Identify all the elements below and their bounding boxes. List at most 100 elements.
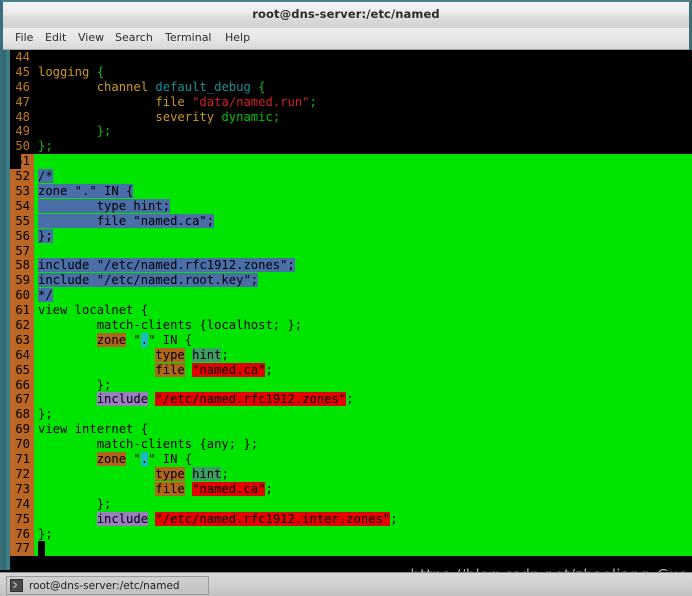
line-content: */ <box>38 288 53 303</box>
line-content: include "/etc/named.rfc1912.zones"; <box>38 258 295 273</box>
line-number: 76 <box>10 526 34 542</box>
editor-row[interactable]: 52 /* <box>6 169 692 185</box>
editor-row[interactable]: 75 include "/etc/named.rfc1912.inter.zon… <box>6 511 692 527</box>
editor-row[interactable]: 50 }; <box>6 139 692 155</box>
menubar: File Edit View Search Terminal Help <box>3 28 689 50</box>
line-content: }; <box>38 139 53 154</box>
line-content <box>38 541 46 557</box>
line-number: 46 <box>10 79 34 95</box>
line-content: file "data/named.run"; <box>38 94 317 109</box>
editor-row[interactable]: 60 */ <box>6 288 692 304</box>
line-number: 65 <box>10 362 34 378</box>
editor-row[interactable]: 67 include "/etc/named.rfc1912.zones"; <box>6 392 692 408</box>
taskbar-window-button[interactable]: root@dns-server:/etc/named <box>6 576 209 595</box>
line-number: 54 <box>10 198 34 214</box>
line-number: 61 <box>10 303 34 319</box>
menu-item-file[interactable]: File <box>13 31 35 44</box>
line-content: type hint; <box>38 198 171 213</box>
line-content: include "/etc/named.rfc1912.inter.zones"… <box>96 511 398 526</box>
line-number: 47 <box>10 94 34 110</box>
editor-row[interactable]: 61 view localnet { <box>6 303 692 319</box>
line-content: file "named.ca"; <box>155 362 273 377</box>
editor-row[interactable]: 62 match-clients {localhost; }; <box>6 318 692 333</box>
editor-row[interactable]: 65 file "named.ca"; <box>6 362 692 378</box>
line-number: 59 <box>10 273 34 289</box>
window-titlebar: root@dns-server:/etc/named <box>3 2 689 29</box>
editor-row[interactable]: 49 }; <box>6 124 692 140</box>
terminal-window: root@dns-server:/etc/named File Edit Vie… <box>0 0 692 570</box>
line-content: type hint; <box>155 347 229 362</box>
line-number: 63 <box>10 332 34 348</box>
editor-row[interactable]: 77 <box>6 541 692 557</box>
line-number: 64 <box>10 347 34 363</box>
editor-row[interactable]: 66 }; <box>6 377 692 393</box>
editor-row[interactable]: 53 zone "." IN { <box>6 184 692 199</box>
line-number: 53 <box>10 184 34 199</box>
line-content: type hint; <box>155 466 229 481</box>
terminal-screen[interactable]: 44 45 logging { 46 channel default_debug… <box>6 50 692 570</box>
line-number: 69 <box>10 422 34 438</box>
line-number: 66 <box>10 377 34 393</box>
line-content: }; <box>38 496 112 511</box>
editor-row[interactable]: 63 zone "." IN { <box>6 332 692 348</box>
editor-row[interactable]: 55 file "named.ca"; <box>6 213 692 229</box>
line-content: include "/etc/named.root.key"; <box>38 273 259 288</box>
line-number: 60 <box>10 288 34 304</box>
editor-row[interactable]: 68 }; <box>6 407 692 423</box>
line-number: 49 <box>10 124 34 140</box>
line-number: 58 <box>10 258 34 274</box>
line-content: }; <box>38 124 112 139</box>
line-number: 48 <box>10 109 34 125</box>
line-number: 50 <box>10 139 34 155</box>
terminal-left-edge <box>6 50 10 570</box>
line-content: match-clients {localhost; }; <box>38 318 303 333</box>
line-number: 56 <box>10 228 34 244</box>
editor-row[interactable]: 57 <box>6 243 692 259</box>
editor-row[interactable]: 64 type hint; <box>6 347 692 363</box>
line-content: severity dynamic; <box>38 109 281 124</box>
editor-row[interactable]: 76 }; <box>6 526 692 542</box>
editor-row[interactable]: 48 severity dynamic; <box>6 109 692 125</box>
editor-row[interactable]: 44 <box>6 50 692 65</box>
menu-item-view[interactable]: View <box>76 31 106 44</box>
menu-item-search[interactable]: Search <box>113 31 155 44</box>
line-number: 71 <box>10 452 34 467</box>
line-number: 57 <box>10 243 34 259</box>
editor-row[interactable]: 51 <box>6 154 692 170</box>
line-number: 72 <box>10 466 34 482</box>
text-cursor <box>38 541 46 557</box>
editor-row[interactable]: 70 match-clients {any; }; <box>6 437 692 453</box>
line-content: include "/etc/named.rfc1912.zones"; <box>96 392 354 407</box>
editor-row[interactable]: 69 view internet { <box>6 422 692 438</box>
editor-row[interactable]: 46 channel default_debug { <box>6 79 692 95</box>
line-number: 52 <box>10 169 34 185</box>
line-number: 45 <box>10 64 34 80</box>
editor-row[interactable]: 71 zone "." IN { <box>6 452 692 467</box>
taskbar-window-label: root@dns-server:/etc/named <box>29 579 180 592</box>
editor-row[interactable]: 73 file "named.ca"; <box>6 481 692 497</box>
line-number: 67 <box>10 392 34 408</box>
line-number: 62 <box>10 318 34 333</box>
menu-item-help[interactable]: Help <box>223 31 252 44</box>
line-number: 70 <box>10 437 34 453</box>
editor-row[interactable]: 45 logging { <box>6 64 692 80</box>
line-marker <box>10 154 21 170</box>
line-content: channel default_debug { <box>38 79 266 94</box>
editor-row[interactable]: 74 }; <box>6 496 692 512</box>
editor-row[interactable]: 56 }; <box>6 228 692 244</box>
line-content: zone "." IN { <box>38 184 134 199</box>
editor-row[interactable]: 72 type hint; <box>6 466 692 482</box>
editor-row[interactable]: 47 file "data/named.run"; <box>6 94 692 110</box>
line-content: logging { <box>38 64 105 79</box>
line-number: 44 <box>10 50 34 65</box>
terminal-icon <box>10 579 23 592</box>
line-content: match-clients {any; }; <box>38 437 259 452</box>
menu-item-terminal[interactable]: Terminal <box>163 31 214 44</box>
editor-row[interactable]: 59 include "/etc/named.root.key"; <box>6 273 692 289</box>
line-number: 77 <box>10 541 34 557</box>
editor-row[interactable]: 54 type hint; <box>6 198 692 214</box>
line-content: }; <box>38 526 53 541</box>
line-content: }; <box>38 407 53 422</box>
editor-row[interactable]: 58 include "/etc/named.rfc1912.zones"; <box>6 258 692 274</box>
menu-item-edit[interactable]: Edit <box>43 31 68 44</box>
